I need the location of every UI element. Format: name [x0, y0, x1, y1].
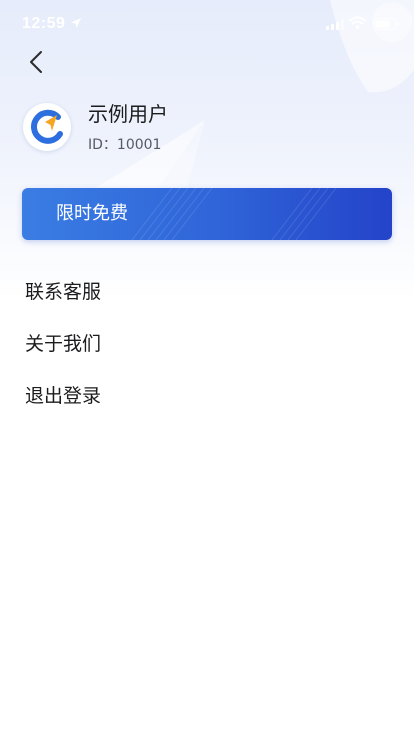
menu-item-logout[interactable]: 退出登录: [0, 370, 414, 422]
battery-icon: [373, 18, 399, 30]
status-time: 12:59: [22, 15, 66, 32]
menu-list: 联系客服 关于我们 退出登录: [0, 266, 414, 422]
wifi-icon: [349, 16, 366, 29]
location-arrow-icon: [71, 18, 81, 28]
menu-item-label: 退出登录: [25, 385, 102, 407]
avatar[interactable]: [23, 103, 71, 151]
promo-label: 限时免费: [56, 203, 128, 224]
promo-banner[interactable]: 限时免费: [22, 188, 392, 240]
menu-item-label: 关于我们: [25, 333, 102, 355]
menu-item-about-us[interactable]: 关于我们: [0, 318, 414, 370]
menu-item-contact-support[interactable]: 联系客服: [0, 266, 414, 318]
chevron-left-icon: [30, 51, 42, 73]
app-logo-icon: [31, 109, 63, 144]
back-button[interactable]: [20, 46, 54, 80]
signal-icon: [326, 19, 344, 30]
user-name: 示例用户: [88, 102, 168, 126]
menu-item-label: 联系客服: [25, 281, 102, 303]
status-bar: 12:59: [0, 0, 414, 50]
user-id: ID：10001: [88, 137, 162, 153]
